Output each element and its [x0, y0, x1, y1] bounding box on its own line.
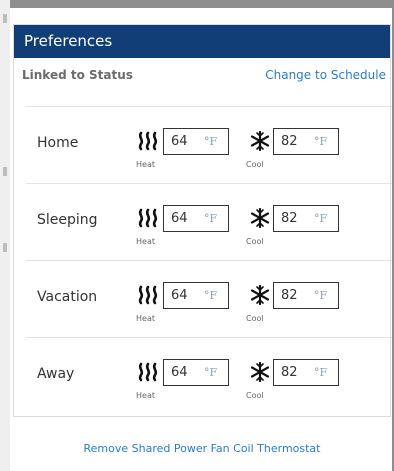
preference-row-home: Home 64 °F Heat 82 °F Cool	[26, 106, 392, 183]
unit-label: °F	[204, 289, 218, 302]
heat-label: Heat	[136, 314, 155, 323]
row-label: Home	[37, 135, 79, 151]
preference-row-away: Away 64 °F Heat 82 °F Cool	[26, 337, 392, 414]
window-backdrop-top	[0, 0, 394, 8]
home-heat-input[interactable]: 64 °F	[163, 128, 229, 155]
heat-waves-icon	[138, 285, 158, 305]
panel-header: Preferences	[14, 25, 390, 58]
change-to-schedule-link[interactable]: Change to Schedule	[265, 68, 386, 82]
left-edge-strip	[0, 0, 10, 471]
snowflake-icon	[250, 285, 270, 305]
cool-value: 82	[281, 365, 298, 380]
row-label: Away	[37, 366, 75, 382]
row-label: Sleeping	[37, 212, 98, 228]
vacation-heat-input[interactable]: 64 °F	[163, 282, 229, 309]
row-label: Vacation	[37, 289, 98, 305]
preferences-card: Preferences Linked to Status Change to S…	[13, 24, 392, 417]
preferences-panel: Preferences Linked to Status Change to S…	[10, 8, 394, 471]
sleeping-cool-input[interactable]: 82 °F	[273, 205, 339, 232]
remove-thermostat-link[interactable]: Remove Shared Power Fan Coil Thermostat	[10, 442, 394, 455]
edge-mark	[3, 14, 7, 23]
preference-row-sleeping: Sleeping 64 °F Heat 82 °F Cool	[26, 183, 392, 260]
vacation-cool-input[interactable]: 82 °F	[273, 282, 339, 309]
heat-waves-icon	[138, 208, 158, 228]
linked-status-label: Linked to Status	[22, 68, 133, 82]
away-heat-input[interactable]: 64 °F	[163, 359, 229, 386]
home-cool-input[interactable]: 82 °F	[273, 128, 339, 155]
unit-label: °F	[314, 366, 328, 379]
away-cool-input[interactable]: 82 °F	[273, 359, 339, 386]
unit-label: °F	[204, 135, 218, 148]
heat-value: 64	[171, 365, 188, 380]
unit-label: °F	[314, 135, 328, 148]
cool-label: Cool	[246, 391, 264, 400]
cool-value: 82	[281, 288, 298, 303]
heat-waves-icon	[138, 362, 158, 382]
sleeping-heat-input[interactable]: 64 °F	[163, 205, 229, 232]
snowflake-icon	[250, 362, 270, 382]
cool-label: Cool	[246, 314, 264, 323]
cool-value: 82	[281, 211, 298, 226]
preference-row-vacation: Vacation 64 °F Heat 82 °F Cool	[26, 260, 392, 337]
cool-label: Cool	[246, 160, 264, 169]
cool-label: Cool	[246, 237, 264, 246]
heat-value: 64	[171, 134, 188, 149]
unit-label: °F	[314, 289, 328, 302]
heat-value: 64	[171, 288, 188, 303]
unit-label: °F	[204, 212, 218, 225]
snowflake-icon	[250, 131, 270, 151]
cool-value: 82	[281, 134, 298, 149]
edge-mark	[3, 167, 7, 176]
heat-label: Heat	[136, 237, 155, 246]
edge-mark	[3, 243, 7, 252]
heat-waves-icon	[138, 131, 158, 151]
unit-label: °F	[314, 212, 328, 225]
heat-value: 64	[171, 211, 188, 226]
snowflake-icon	[250, 208, 270, 228]
heat-label: Heat	[136, 160, 155, 169]
heat-label: Heat	[136, 391, 155, 400]
unit-label: °F	[204, 366, 218, 379]
